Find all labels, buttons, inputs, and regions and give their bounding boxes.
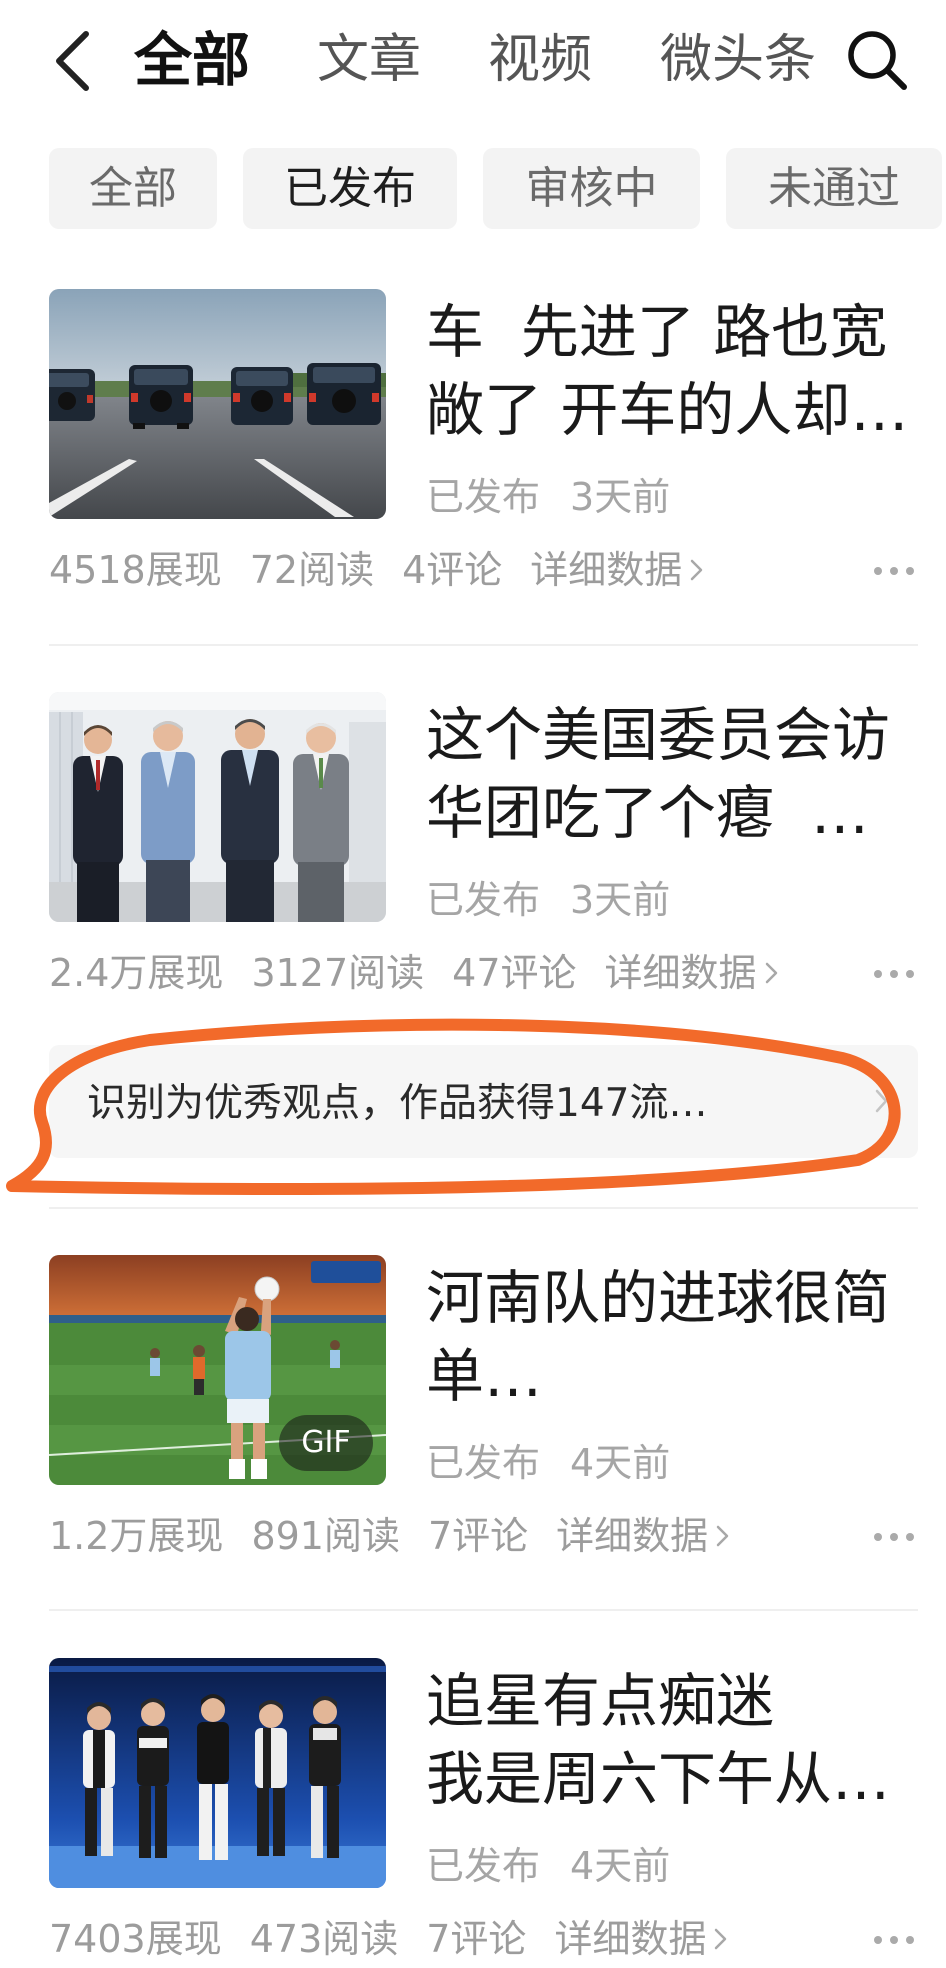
views-count: 7403展现 <box>49 1917 222 1961</box>
reads-count: 3127阅读 <box>251 951 425 995</box>
title-line: 追星有点痴迷 <box>426 1667 775 1735</box>
publish-time: 3天前 <box>570 878 671 922</box>
details-link[interactable]: 详细数据 <box>605 948 779 998</box>
divider <box>49 644 918 646</box>
gif-badge: GIF <box>279 1415 373 1471</box>
article-title[interactable]: 这个美国委员会访 华团吃了个瘪 … <box>426 696 926 852</box>
filter-under-review[interactable]: 审核中 <box>483 148 700 229</box>
status-label: 已发布 <box>426 1441 541 1485</box>
chevron-right-icon <box>765 962 777 984</box>
notice-text: 识别为优秀观点，作品获得147流… <box>87 1081 708 1126</box>
comments-count[interactable]: 7评论 <box>428 1511 528 1561</box>
excellent-view-notice[interactable]: 识别为优秀观点，作品获得147流… <box>49 1045 918 1158</box>
article-stats: 7403展现 473阅读 7评论 详细数据 <box>49 1914 728 1964</box>
article-title[interactable]: 车 先进了 路也宽 敞了 开车的人却… <box>426 293 926 449</box>
article-stats: 2.4万展现 3127阅读 47评论 详细数据 <box>49 948 779 998</box>
article-title[interactable]: 追星有点痴迷 我是周六下午从… <box>426 1662 926 1818</box>
publish-time: 3天前 <box>570 475 671 519</box>
views-count: 2.4万展现 <box>49 951 224 995</box>
status-label: 已发布 <box>426 878 541 922</box>
chevron-right-icon <box>875 1089 888 1113</box>
title-line: 华团吃了个瘪 … <box>426 779 869 847</box>
article-status: 已发布 4天前 <box>426 1841 670 1891</box>
tab-videos[interactable]: 视频 <box>488 22 592 98</box>
chevron-right-icon <box>691 559 703 581</box>
chevron-right-icon <box>716 1525 729 1547</box>
article-title[interactable]: 河南队的进球很简 单… <box>426 1259 926 1415</box>
publish-time: 4天前 <box>570 1441 671 1485</box>
title-line: 我是周六下午从… <box>426 1745 891 1813</box>
status-label: 已发布 <box>426 1844 541 1888</box>
details-label: 详细数据 <box>530 548 683 592</box>
divider <box>49 1207 918 1209</box>
back-chevron-left-icon[interactable] <box>50 30 94 92</box>
comments-count[interactable]: 47评论 <box>452 948 576 998</box>
details-label: 详细数据 <box>556 1514 709 1558</box>
filter-published[interactable]: 已发布 <box>243 148 457 229</box>
title-line: 河南队的进球很简 <box>426 1264 891 1332</box>
comments-count[interactable]: 7评论 <box>426 1914 526 1964</box>
article-item[interactable]: 车 先进了 路也宽 敞了 开车的人却… 已发布 3天前 4518展现 72阅读 4… <box>0 289 946 599</box>
tab-micro-headlines[interactable]: 微头条 <box>660 22 816 98</box>
article-thumbnail[interactable] <box>49 692 386 922</box>
article-thumbnail[interactable] <box>49 1658 386 1888</box>
comments-count[interactable]: 4评论 <box>402 545 502 595</box>
more-icon[interactable] <box>872 565 916 577</box>
title-line: 单… <box>426 1342 543 1410</box>
article-status: 已发布 3天前 <box>426 472 670 522</box>
views-count: 1.2万展现 <box>49 1514 224 1558</box>
filter-all[interactable]: 全部 <box>49 148 217 229</box>
article-thumbnail[interactable] <box>49 289 386 519</box>
search-icon[interactable] <box>845 28 909 92</box>
more-icon[interactable] <box>872 1934 916 1946</box>
divider <box>49 1609 918 1611</box>
article-item[interactable]: 这个美国委员会访 华团吃了个瘪 … 已发布 3天前 2.4万展现 3127阅读 4… <box>0 692 946 1002</box>
title-line: 这个美国委员会访 <box>426 701 891 769</box>
views-count: 4518展现 <box>49 548 222 592</box>
tab-all[interactable]: 全部 <box>134 22 250 98</box>
article-item[interactable]: GIF 河南队的进球很简 单… 已发布 4天前 1.2万展现 891阅读 7评论 … <box>0 1255 946 1565</box>
details-link[interactable]: 详细数据 <box>530 545 704 595</box>
more-icon[interactable] <box>872 1531 916 1543</box>
title-line: 车 先进了 路也宽 <box>426 298 888 366</box>
title-line: 敞了 开车的人却… <box>426 376 909 444</box>
details-label: 详细数据 <box>604 951 757 995</box>
article-stats: 4518展现 72阅读 4评论 详细数据 <box>49 545 704 595</box>
article-item[interactable]: 追星有点痴迷 我是周六下午从… 已发布 4天前 7403展现 473阅读 7评论 … <box>0 1658 946 1968</box>
article-stats: 1.2万展现 891阅读 7评论 详细数据 <box>49 1511 730 1561</box>
status-label: 已发布 <box>426 475 541 519</box>
tab-articles[interactable]: 文章 <box>317 22 421 98</box>
article-status: 已发布 4天前 <box>426 1438 670 1488</box>
reads-count: 891阅读 <box>251 1514 400 1558</box>
article-status: 已发布 3天前 <box>426 875 670 925</box>
publish-time: 4天前 <box>570 1844 671 1888</box>
details-link[interactable]: 详细数据 <box>554 1914 728 1964</box>
reads-count: 72阅读 <box>249 548 375 592</box>
article-thumbnail[interactable]: GIF <box>49 1255 386 1485</box>
reads-count: 473阅读 <box>249 1917 399 1961</box>
more-icon[interactable] <box>872 968 916 980</box>
filter-rejected[interactable]: 未通过 <box>726 148 942 229</box>
details-link[interactable]: 详细数据 <box>556 1511 730 1561</box>
details-label: 详细数据 <box>554 1917 707 1961</box>
chevron-right-icon <box>715 1928 727 1950</box>
